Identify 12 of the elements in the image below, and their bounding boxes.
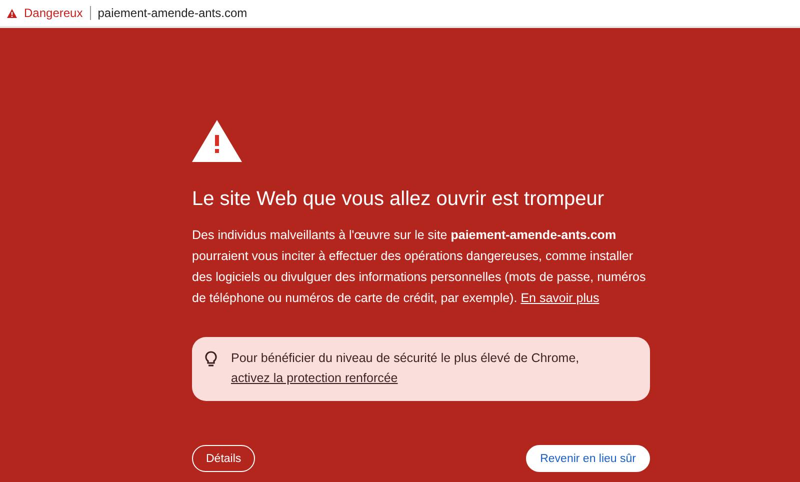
url-text: paiement-amende-ants.com [98,6,248,20]
warning-icon [7,8,17,18]
back-to-safety-button[interactable]: Revenir en lieu sûr [526,445,650,472]
warning-paragraph: Des individus malveillants à l'œuvre sur le site paiement-amende-ants.com pourraient vous inciter à effectuer des opérations dangereuses, comme installer des logiciels ou divulguer des informations personnelles (mots de passe, numéros de téléphone ou numéros de carte de crédit, par exemple). En savoir plus [192,227,647,307]
enhanced-protection-link[interactable]: activez la protection renforcée [231,371,398,385]
details-button[interactable]: Détails [192,445,256,472]
warning-heading: Le site Web que vous allez ouvrir est trompeur [192,188,606,211]
lightbulb-icon [205,351,217,367]
warning-icon [192,120,242,162]
learn-more-link[interactable]: En savoir plus [520,291,600,305]
security-label: Dangereux [24,6,83,20]
tip-text: Pour bénéficier du niveau de sécurité le plus élevé de Chrome, activez la protection renforcée [231,350,580,387]
